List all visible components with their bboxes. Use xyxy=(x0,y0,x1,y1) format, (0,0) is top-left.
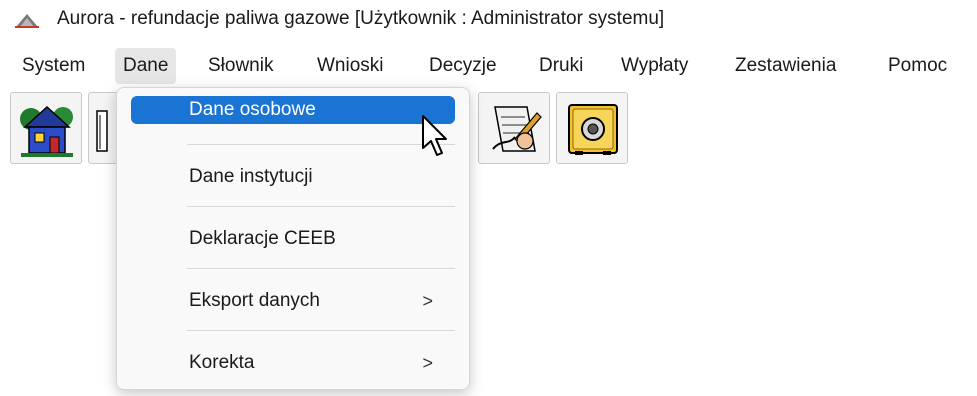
safe-icon xyxy=(568,104,618,155)
menu-separator xyxy=(187,268,455,269)
menu-system[interactable]: System xyxy=(14,48,93,84)
menu-dane[interactable]: Dane xyxy=(115,48,177,84)
menu-item-korekta[interactable]: Korekta > xyxy=(131,348,455,378)
house-icon xyxy=(20,105,73,157)
menu-item-label: Korekta xyxy=(189,352,255,373)
toolbar-safe-button[interactable] xyxy=(556,92,628,164)
toolbar-house-button[interactable] xyxy=(10,92,82,164)
menu-wnioski[interactable]: Wnioski xyxy=(309,48,392,84)
document-icon xyxy=(96,110,108,152)
menu-item-label: Dane osobowe xyxy=(189,99,316,120)
window-title: Aurora - refundacje paliwa gazowe [Użytk… xyxy=(57,8,665,29)
menu-separator xyxy=(187,330,455,331)
chevron-right-icon: > xyxy=(422,291,433,311)
dane-dropdown-menu: Dane osobowe Dane instytucji Deklaracje … xyxy=(116,87,470,390)
menu-separator xyxy=(187,144,455,145)
toolbar-document-button[interactable] xyxy=(88,92,118,164)
menu-item-dane-osobowe[interactable]: Dane osobowe xyxy=(131,96,455,124)
chevron-right-icon: > xyxy=(422,353,433,373)
menu-item-eksport-danych[interactable]: Eksport danych > xyxy=(131,286,455,316)
menu-decyzje[interactable]: Decyzje xyxy=(421,48,505,84)
menu-item-label: Deklaracje CEEB xyxy=(189,228,336,249)
menu-pomoc[interactable]: Pomoc xyxy=(880,48,955,84)
menu-bar: System Dane Słownik Wnioski Decyzje Druk… xyxy=(0,48,977,84)
toolbar-signing-button[interactable] xyxy=(478,92,550,164)
menu-wyplaty[interactable]: Wypłaty xyxy=(613,48,696,84)
menu-item-deklaracje-ceeb[interactable]: Deklaracje CEEB xyxy=(131,224,455,254)
menu-druki[interactable]: Druki xyxy=(531,48,591,84)
menu-item-dane-instytucji[interactable]: Dane instytucji xyxy=(131,162,455,192)
signing-document-icon xyxy=(492,106,542,152)
menu-zestawienia[interactable]: Zestawienia xyxy=(727,48,844,84)
title-bar: Aurora - refundacje paliwa gazowe [Użytk… xyxy=(0,0,977,38)
mouse-cursor-icon xyxy=(422,115,447,156)
menu-separator xyxy=(187,206,455,207)
menu-item-label: Dane instytucji xyxy=(189,166,313,187)
menu-slownik[interactable]: Słownik xyxy=(200,48,281,84)
menu-item-label: Eksport danych xyxy=(189,290,320,311)
aurora-logo-icon xyxy=(15,14,39,28)
